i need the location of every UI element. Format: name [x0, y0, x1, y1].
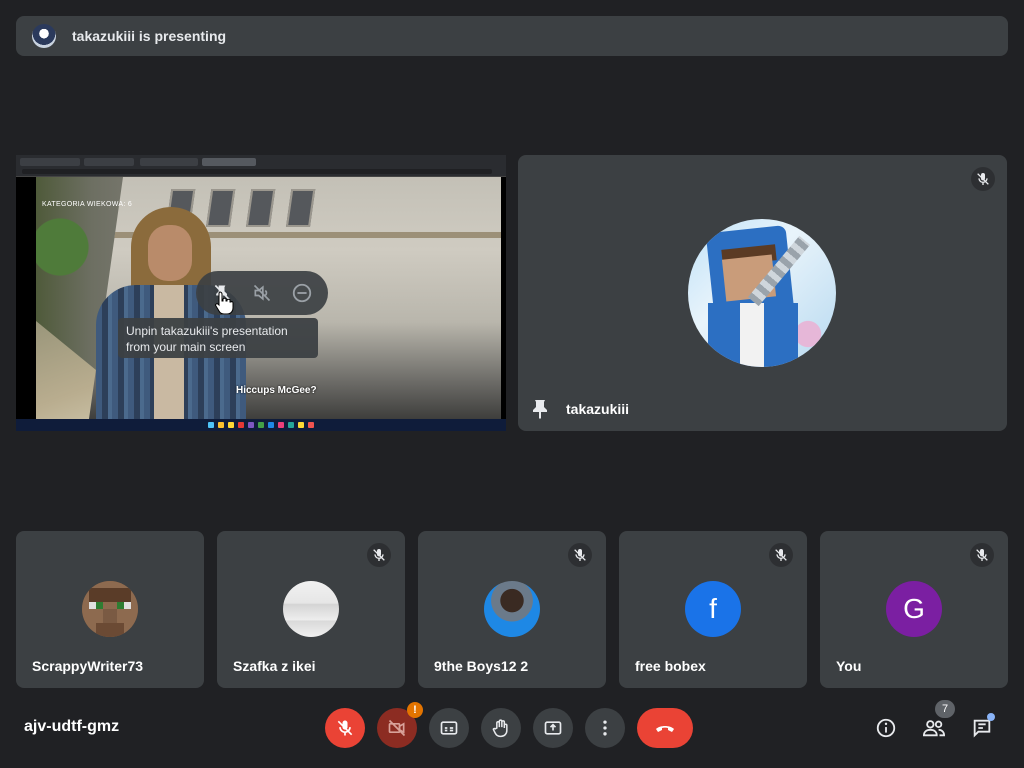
leave-call-button[interactable] — [637, 708, 693, 748]
presenting-text: takazukiii is presenting — [72, 28, 227, 44]
camera-toggle-button[interactable]: ! — [377, 702, 423, 748]
mic-off-icon — [367, 543, 391, 567]
participant-name: You — [836, 658, 862, 674]
meeting-details-button[interactable] — [870, 712, 902, 744]
mic-toggle-button[interactable] — [325, 708, 365, 748]
participant-name: Szafka z ikei — [233, 658, 316, 674]
camera-warning-badge: ! — [407, 702, 423, 718]
video-subtitle: Hiccups McGee? — [236, 385, 317, 396]
participant-tile[interactable]: 9the Boys12 2 — [418, 531, 606, 688]
raise-hand-button[interactable] — [481, 708, 521, 748]
participant-avatar: G — [886, 581, 942, 637]
pin-icon[interactable] — [532, 399, 548, 419]
avatar-letter: G — [903, 593, 925, 624]
participant-tile[interactable]: ScrappyWriter73 — [16, 531, 204, 688]
unpin-tooltip: Unpin takazukiii's presentation from you… — [118, 318, 318, 358]
presenter-avatar — [32, 24, 56, 48]
hand-cursor-icon — [214, 290, 234, 315]
more-options-button[interactable] — [585, 708, 625, 748]
shared-taskbar — [16, 419, 506, 431]
tooltip-line-2: from your main screen — [126, 340, 246, 354]
participant-tile[interactable]: G You — [820, 531, 1008, 688]
mute-icon[interactable] — [247, 278, 277, 308]
participant-avatar — [283, 581, 339, 637]
avatar-letter: f — [709, 593, 717, 624]
mic-off-icon — [568, 543, 592, 567]
participant-avatar — [82, 581, 138, 637]
meeting-code: ajv-udtf-gmz — [24, 718, 120, 735]
participant-name: ScrappyWriter73 — [32, 658, 144, 674]
participant-name: 9the Boys12 2 — [434, 658, 529, 674]
participant-tile[interactable]: f free bobex — [619, 531, 807, 688]
people-count-badge: 7 — [935, 700, 955, 718]
participant-name: free bobex — [635, 658, 706, 674]
age-rating-label: KATEGORIA WIEKOWA: 6 — [42, 201, 133, 208]
participant-avatar: f — [685, 581, 741, 637]
presenting-banner: takazukiii is presenting — [16, 16, 1008, 56]
shared-browser-bar — [16, 155, 506, 177]
participant-avatar — [484, 581, 540, 637]
tooltip-line-1: Unpin takazukiii's presentation — [126, 324, 288, 338]
pinned-participant-tile[interactable]: takazukiii — [518, 155, 1007, 431]
participant-tile[interactable]: Szafka z ikei — [217, 531, 405, 688]
participant-avatar — [688, 219, 836, 367]
mic-off-icon — [769, 543, 793, 567]
remove-icon[interactable] — [287, 278, 317, 308]
mic-off-icon — [970, 543, 994, 567]
mic-off-icon — [971, 167, 995, 191]
captions-button[interactable] — [429, 708, 469, 748]
present-screen-button[interactable] — [533, 708, 573, 748]
participant-name: takazukiii — [566, 401, 630, 417]
chat-notification-dot — [987, 713, 995, 721]
